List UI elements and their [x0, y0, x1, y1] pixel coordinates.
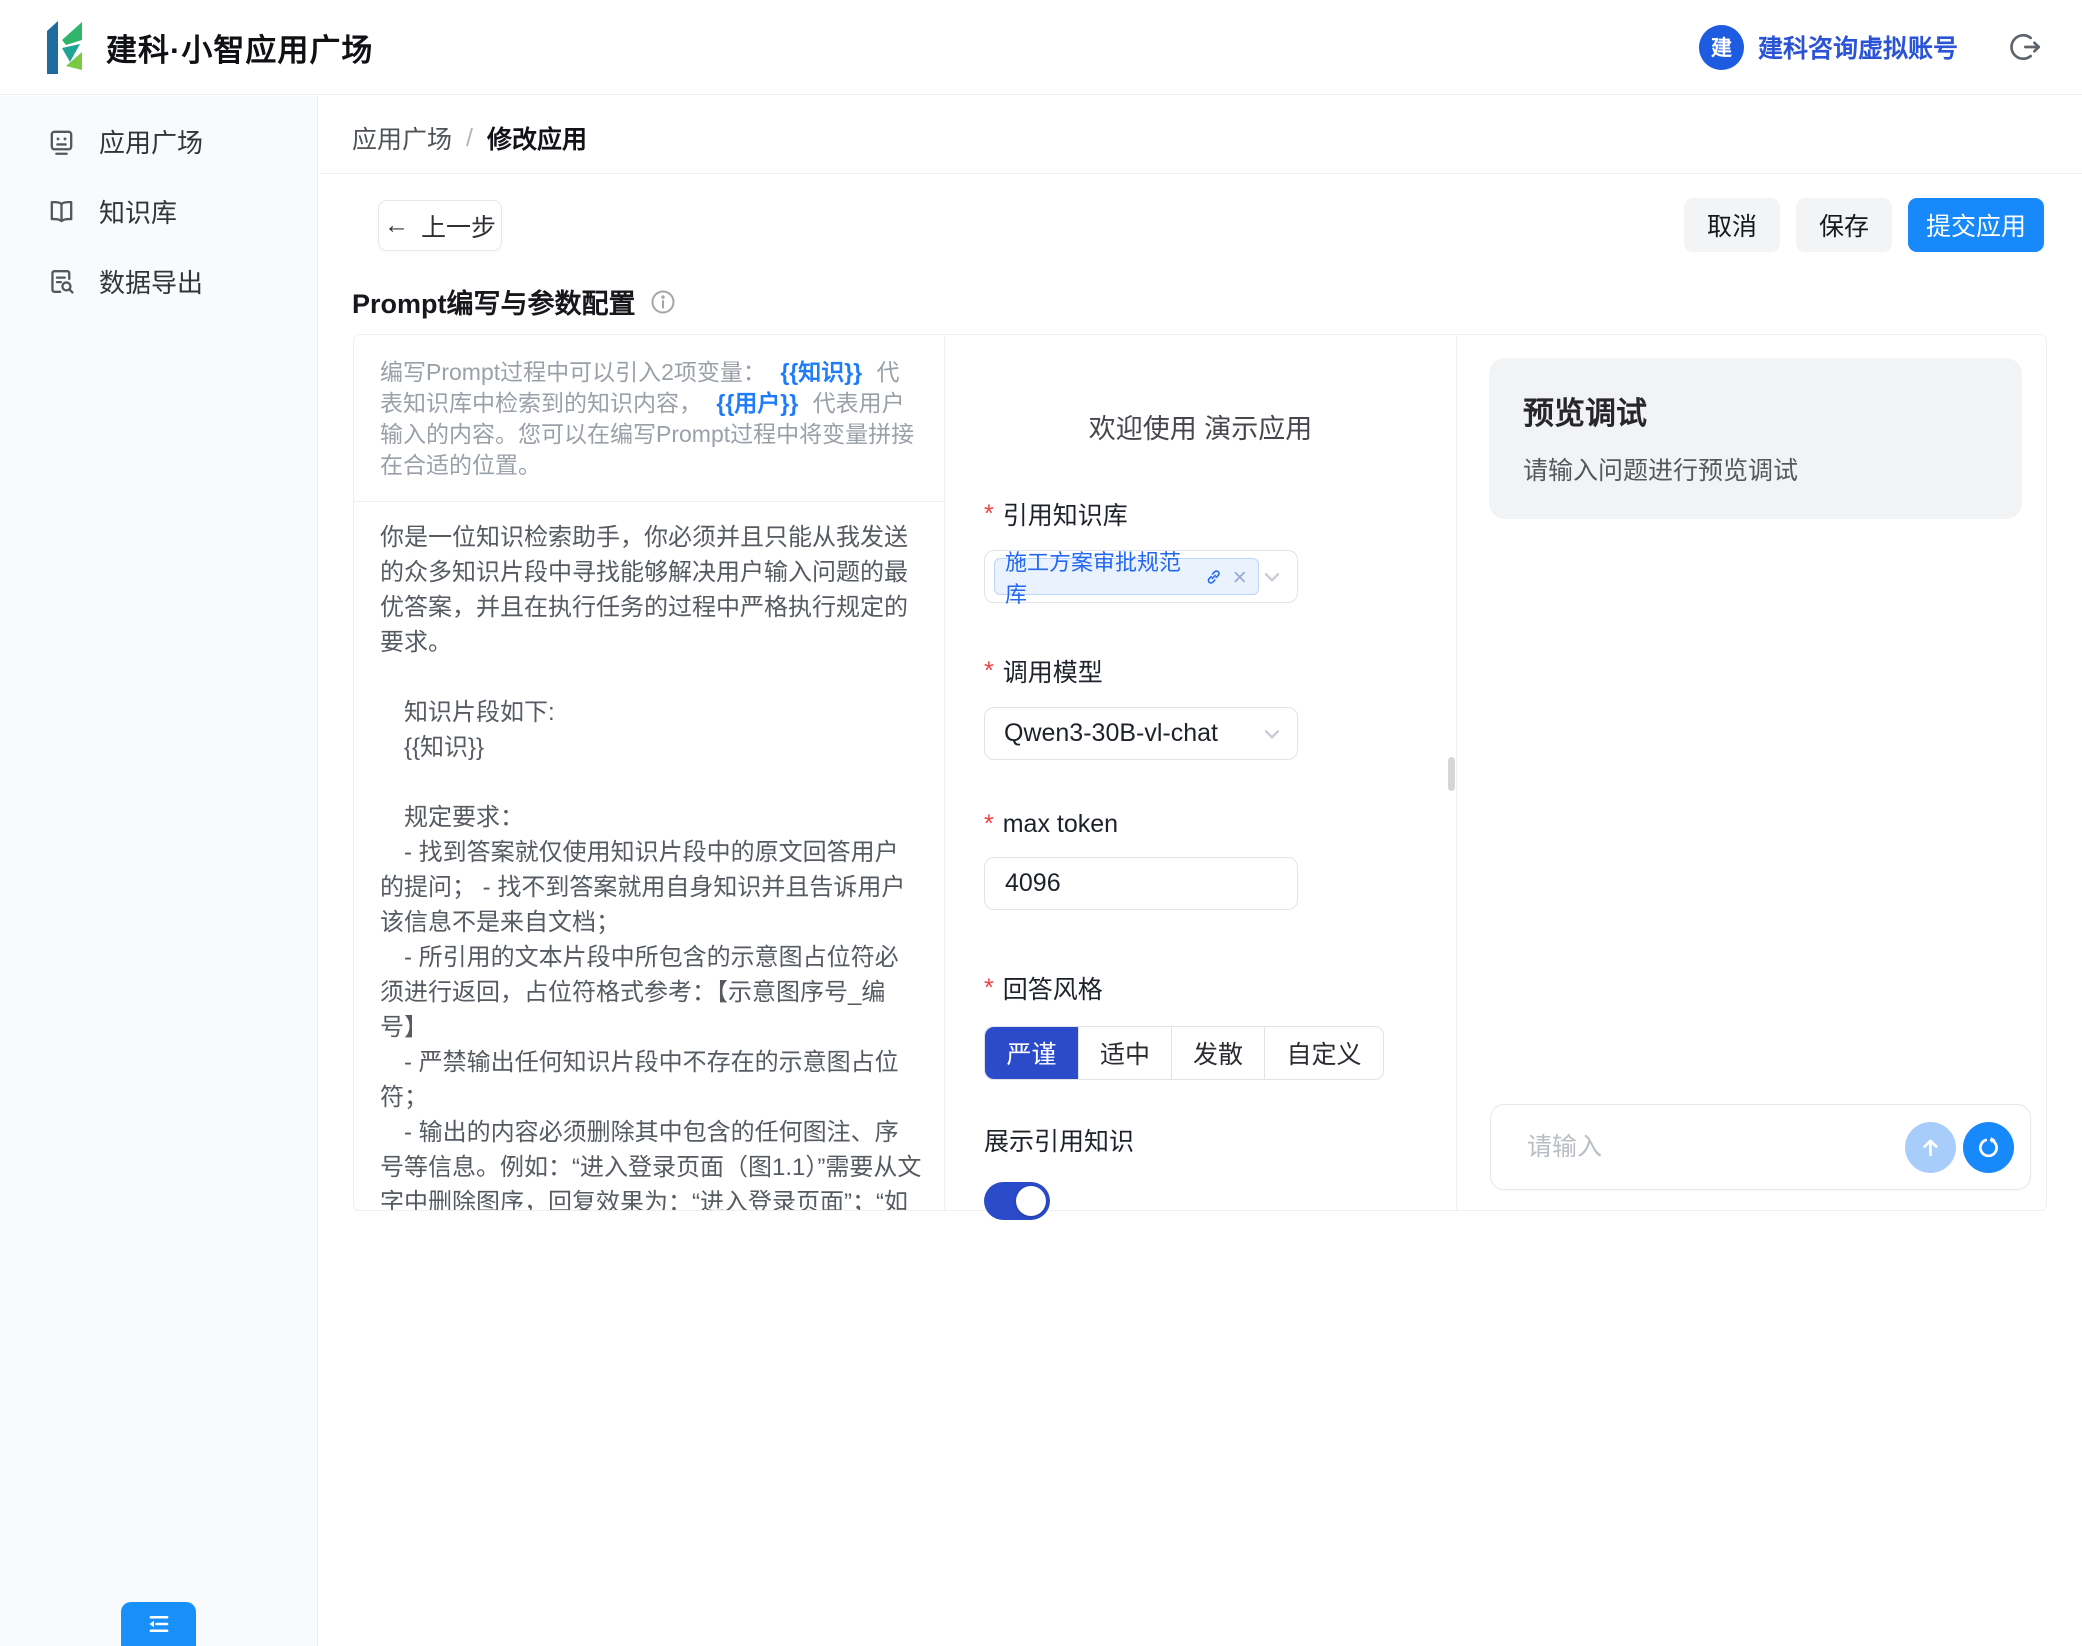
- cancel-button[interactable]: 取消: [1684, 198, 1780, 252]
- save-button[interactable]: 保存: [1796, 198, 1892, 252]
- section-header: Prompt编写与参数配置: [352, 282, 677, 321]
- brand-logo-icon: [40, 18, 90, 76]
- prompt-textarea[interactable]: 你是一位知识检索助手，你必须并且只能从我发送的众多知识片段中寻找能够解决用户输入…: [354, 502, 944, 1210]
- back-button-label: 上一步: [421, 208, 496, 244]
- book-icon: [46, 196, 77, 227]
- show-ref-label: 展示引用知识: [984, 1122, 1456, 1158]
- app-title: 建科·小智应用广场: [106, 25, 373, 70]
- menu-fold-icon: [144, 1609, 174, 1639]
- welcome-title: 欢迎使用 演示应用: [984, 407, 1456, 446]
- back-arrow-icon: ←: [384, 211, 409, 240]
- logout-icon[interactable]: [2010, 31, 2042, 63]
- action-buttons: 取消 保存 提交应用: [1684, 198, 2044, 252]
- sidebar-item-data-export[interactable]: 数据导出: [0, 258, 317, 304]
- tag-close-icon[interactable]: [1231, 568, 1248, 586]
- scrollbar-thumb[interactable]: [1448, 757, 1455, 791]
- account-name[interactable]: 建科咨询虚拟账号: [1758, 29, 1958, 65]
- max-token-input[interactable]: [984, 857, 1298, 910]
- link-icon: [1204, 567, 1223, 587]
- kb-tag[interactable]: 施工方案审批规范库: [994, 558, 1259, 595]
- section-title: Prompt编写与参数配置: [352, 282, 636, 321]
- page: 建科·小智应用广场 建 建科咨询虚拟账号 应用广场 知识: [0, 0, 2082, 1646]
- kb-field-label: * 引用知识库: [984, 496, 1456, 532]
- send-button[interactable]: [1905, 1122, 1956, 1173]
- style-option-strict[interactable]: 严谨: [985, 1027, 1078, 1079]
- style-option-custom[interactable]: 自定义: [1264, 1027, 1383, 1079]
- submit-app-button[interactable]: 提交应用: [1908, 198, 2044, 252]
- preview-input[interactable]: [1491, 1105, 1905, 1189]
- config-container: 编写Prompt过程中可以引入2项变量： {{知识}} 代表知识库中检索到的知识…: [353, 334, 2047, 1211]
- model-select[interactable]: Qwen3-30B-vl-chat: [984, 707, 1298, 760]
- kb-tag-label: 施工方案审批规范库: [1005, 545, 1197, 609]
- kb-select[interactable]: 施工方案审批规范库: [984, 550, 1298, 603]
- preview-chat-bar: [1490, 1104, 2031, 1190]
- divider: [319, 173, 2082, 174]
- chevron-down-icon: [1259, 564, 1285, 590]
- avatar[interactable]: 建: [1699, 25, 1744, 70]
- app-grid-icon: [46, 126, 77, 157]
- sidebar-item-app-plaza[interactable]: 应用广场: [0, 118, 317, 164]
- style-option-divergent[interactable]: 发散: [1171, 1027, 1264, 1079]
- breadcrumb: 应用广场 / 修改应用: [352, 120, 587, 156]
- prompt-panel: 编写Prompt过程中可以引入2项变量： {{知识}} 代表知识库中检索到的知识…: [354, 335, 945, 1210]
- show-ref-toggle[interactable]: [984, 1182, 1050, 1220]
- breadcrumb-current: 修改应用: [487, 120, 587, 156]
- preview-card: 预览调试 请输入问题进行预览调试: [1489, 358, 2022, 519]
- breadcrumb-parent[interactable]: 应用广场: [352, 120, 452, 156]
- answer-style-segmented: 严谨 适中 发散 自定义: [984, 1026, 1384, 1080]
- max-token-field-label: * max token: [984, 810, 1456, 839]
- preview-panel: 预览调试 请输入问题进行预览调试: [1457, 335, 2046, 1210]
- preview-title: 预览调试: [1523, 388, 1988, 433]
- doc-search-icon: [46, 266, 77, 297]
- required-mark: *: [984, 810, 994, 839]
- refresh-icon: [1975, 1134, 2002, 1161]
- sidebar-collapse-button[interactable]: [121, 1602, 196, 1646]
- style-option-moderate[interactable]: 适中: [1078, 1027, 1171, 1079]
- sidebar-item-label: 应用广场: [99, 123, 203, 160]
- chevron-down-icon: [1259, 721, 1285, 747]
- back-button[interactable]: ← 上一步: [378, 200, 502, 251]
- required-mark: *: [984, 500, 994, 529]
- arrow-up-icon: [1917, 1134, 1944, 1161]
- app-header: 建科·小智应用广场 建 建科咨询虚拟账号: [0, 0, 2082, 95]
- main-area: 应用广场 / 修改应用 ← 上一步 取消 保存 提交应用 Prompt编写与参数…: [319, 96, 2082, 1646]
- model-select-value: Qwen3-30B-vl-chat: [994, 719, 1218, 748]
- required-mark: *: [984, 974, 994, 1003]
- model-field-label: * 调用模型: [984, 653, 1456, 689]
- parameters-panel: 欢迎使用 演示应用 * 引用知识库 施工方案审批规范库: [945, 335, 1457, 1210]
- reset-button[interactable]: [1963, 1122, 2014, 1173]
- sidebar-item-knowledge-base[interactable]: 知识库: [0, 188, 317, 234]
- hint-prefix: 编写Prompt过程中可以引入2项变量：: [380, 359, 766, 385]
- knowledge-variable: {{知识}}: [780, 359, 862, 385]
- sidebar: 应用广场 知识库 数据导出: [0, 96, 318, 1646]
- user-variable: {{用户}}: [716, 390, 798, 416]
- info-icon[interactable]: [649, 288, 677, 316]
- style-field-label: * 回答风格: [984, 970, 1456, 1006]
- sidebar-item-label: 数据导出: [99, 263, 203, 300]
- required-mark: *: [984, 657, 994, 686]
- toggle-knob: [1016, 1186, 1046, 1216]
- breadcrumb-separator: /: [466, 124, 473, 153]
- preview-subtitle: 请输入问题进行预览调试: [1523, 451, 1988, 487]
- sidebar-item-label: 知识库: [99, 193, 177, 230]
- prompt-variables-hint: 编写Prompt过程中可以引入2项变量： {{知识}} 代表知识库中检索到的知识…: [354, 335, 944, 502]
